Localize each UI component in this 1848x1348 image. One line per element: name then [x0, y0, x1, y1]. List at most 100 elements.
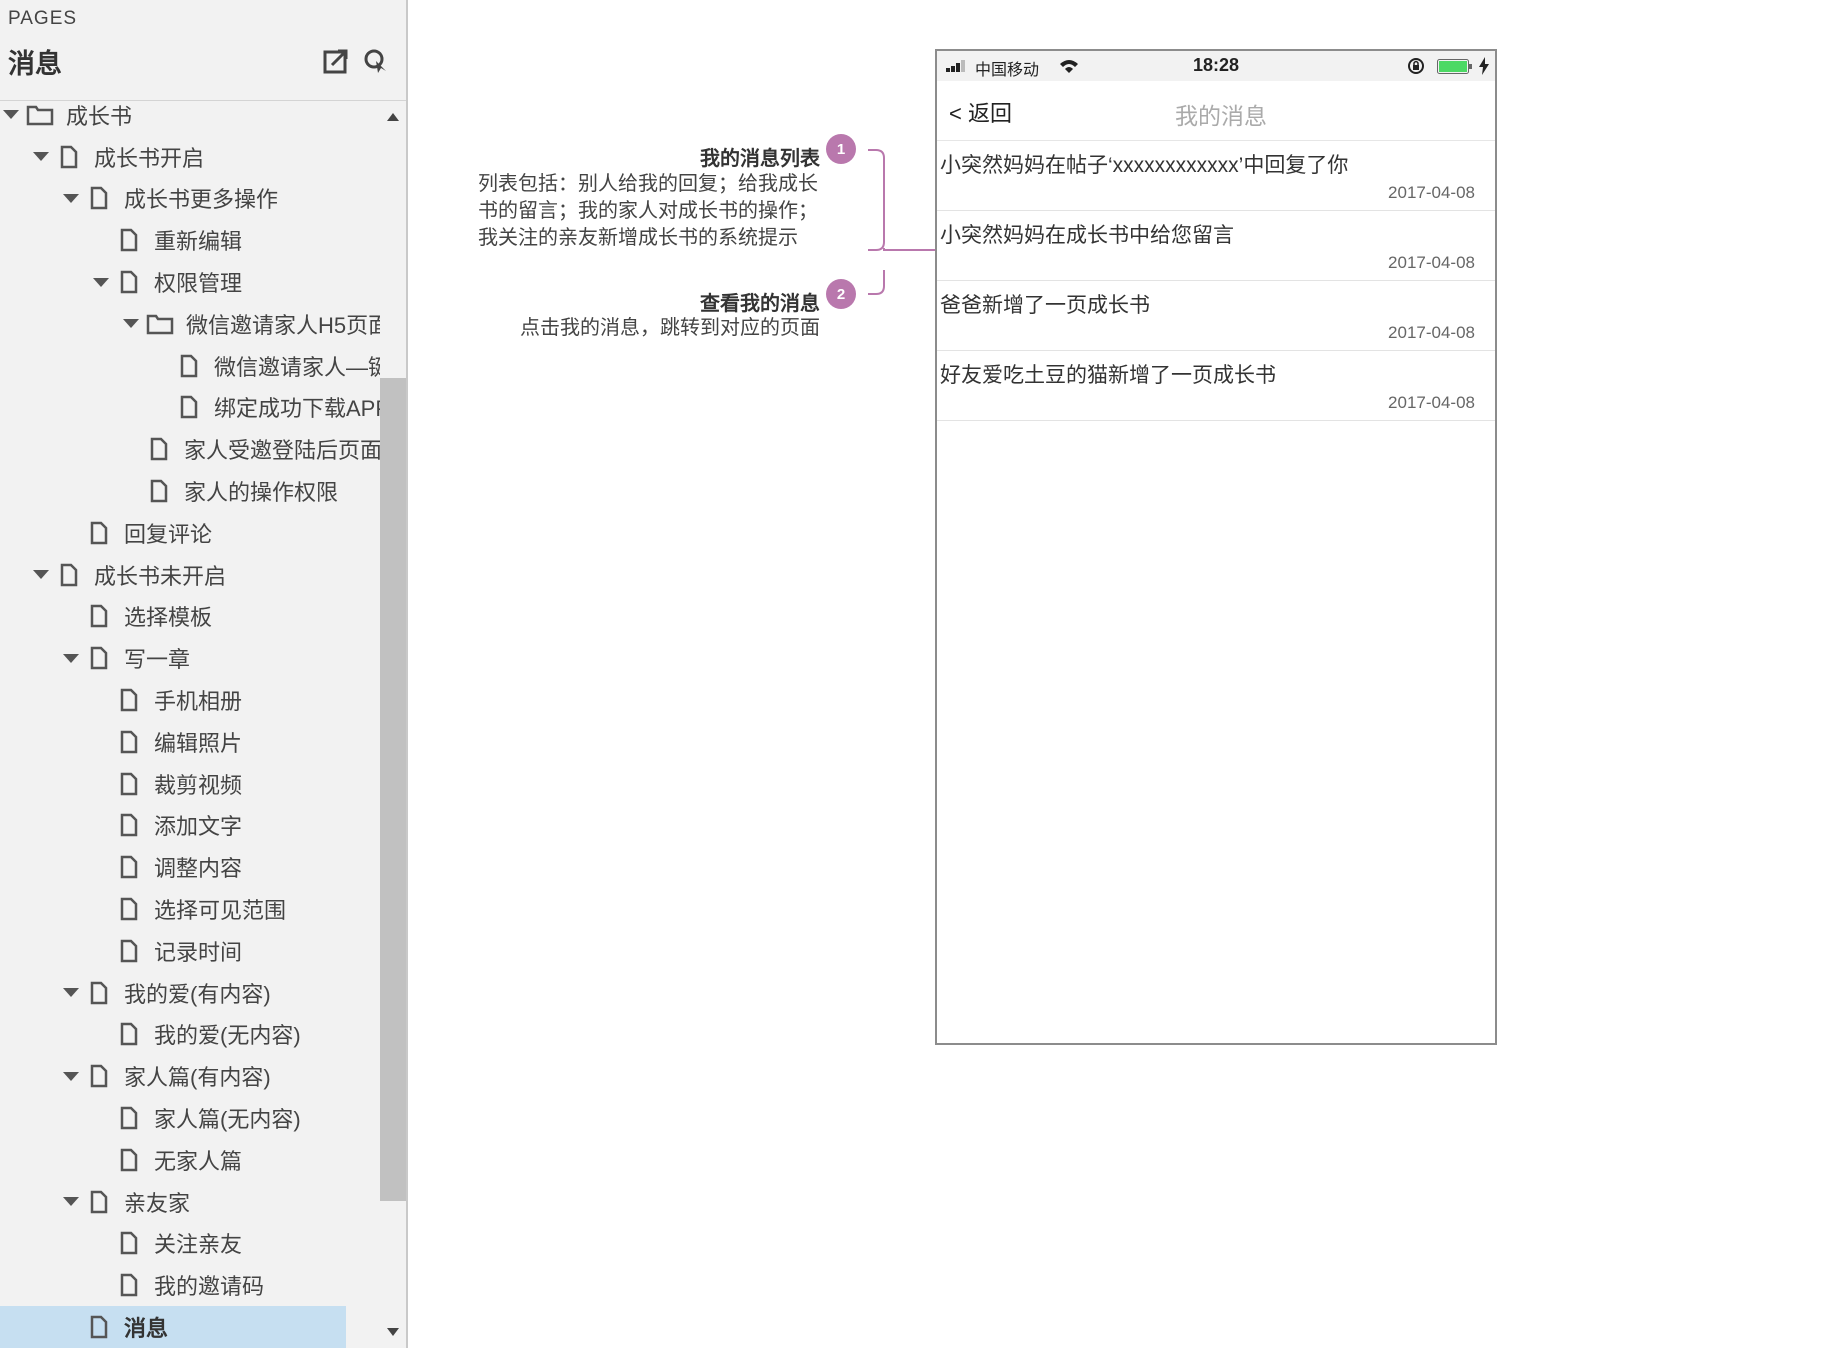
message-date: 2017-04-08	[1388, 323, 1475, 342]
page-icon	[120, 1106, 138, 1130]
annotation-2-badge: 2	[826, 279, 856, 309]
expand-caret-icon[interactable]	[60, 647, 82, 669]
page-icon	[90, 1064, 108, 1088]
tree-item[interactable]: 成长书开启	[0, 136, 380, 178]
tree-item[interactable]: 绑定成功下载APP	[0, 387, 380, 429]
tree-item[interactable]: 权限管理	[0, 261, 380, 303]
page-icon	[120, 1148, 138, 1172]
scroll-down-arrow-icon[interactable]	[387, 1328, 399, 1336]
export-page-icon[interactable]	[322, 47, 350, 75]
tree-item-label: 消息	[124, 1316, 169, 1341]
tree-item-label: 成长书未开启	[94, 563, 227, 589]
page-icon	[90, 187, 108, 210]
tree-item-label: 家人受邀登陆后页面	[184, 438, 380, 464]
search-pages-icon[interactable]	[362, 47, 390, 75]
expand-caret-icon[interactable]	[0, 104, 22, 126]
message-date: 2017-04-08	[1388, 253, 1475, 272]
page-icon	[120, 939, 138, 963]
tree-item[interactable]: 记录时间	[0, 930, 380, 972]
folder-icon	[146, 314, 174, 335]
nav-bar: < 返回 我的消息	[937, 81, 1495, 141]
tree-item-label: 我的爱(无内容)	[154, 1023, 301, 1049]
scroll-thumb[interactable]	[380, 378, 406, 1201]
tree-item[interactable]: 手机相册	[0, 679, 380, 721]
tree-item[interactable]: 成长书未开启	[0, 554, 380, 596]
page-icon	[120, 1273, 138, 1297]
caret-placeholder	[90, 1023, 112, 1045]
page-icon	[120, 688, 138, 712]
message-item[interactable]: 小突然妈妈在帖子‘xxxxxxxxxxxx’中回复了你 2017-04-08	[937, 141, 1495, 211]
page-icon	[90, 605, 108, 628]
tree-item-label: 编辑照片	[154, 730, 243, 756]
tree-item[interactable]: 添加文字	[0, 805, 380, 847]
tree-item[interactable]: 写一章	[0, 637, 380, 679]
tree-item[interactable]: 我的爱(有内容)	[0, 972, 380, 1014]
tree-item[interactable]: 调整内容	[0, 846, 380, 888]
tree-item-label: 我的邀请码	[154, 1274, 265, 1300]
page-icon	[90, 647, 108, 670]
message-date: 2017-04-08	[1388, 393, 1475, 412]
tree-item[interactable]: 家人篇(无内容)	[0, 1097, 380, 1139]
page-icon	[180, 354, 198, 377]
scroll-up-arrow-icon[interactable]	[387, 113, 399, 121]
message-item[interactable]: 小突然妈妈在成长书中给您留言 2017-04-08	[937, 211, 1495, 281]
page-icon	[120, 814, 138, 837]
tree-item[interactable]: 编辑照片	[0, 721, 380, 763]
tree-item-label: 裁剪视频	[154, 772, 243, 798]
tree-item[interactable]: 家人的操作权限	[0, 470, 380, 512]
tree-item[interactable]: 家人受邀登陆后页面	[0, 428, 380, 470]
folder-icon	[26, 105, 54, 126]
tree-item-label: 关注亲友	[154, 1232, 243, 1258]
expand-caret-icon[interactable]	[60, 1065, 82, 1087]
page-icon	[120, 1023, 138, 1046]
tree-item-label: 选择模板	[124, 605, 213, 631]
page-icon	[90, 1190, 108, 1213]
tree-item[interactable]: 回复评论	[0, 512, 380, 554]
status-bar: 中国移动 18:28	[937, 51, 1495, 81]
tree-item[interactable]: 重新编辑	[0, 219, 380, 261]
tree-item-label: 成长书更多操作	[124, 187, 279, 213]
message-text: 好友爱吃土豆的猫新增了一页成长书	[940, 364, 1276, 387]
caret-placeholder	[150, 396, 172, 418]
tree-item[interactable]: 选择模板	[0, 596, 380, 638]
tree-item[interactable]: 微信邀请家人H5页面	[0, 303, 380, 345]
tree-item[interactable]: 我的爱(无内容)	[0, 1014, 380, 1056]
tree-item[interactable]: 关注亲友	[0, 1223, 380, 1265]
annotation-2-description: 点击我的消息，跳转到对应的页面	[520, 317, 820, 339]
caret-placeholder	[90, 1149, 112, 1171]
page-icon	[90, 1315, 108, 1339]
page-tree: 成长书成长书开启成长书更多操作 重新编辑权限管理微信邀请家人H5页面微信邀请家人—…	[0, 94, 380, 1348]
expand-caret-icon[interactable]	[60, 982, 82, 1004]
tree-item[interactable]: 亲友家	[0, 1181, 380, 1223]
expand-caret-icon[interactable]	[30, 564, 52, 586]
tree-item-label: 回复评论	[124, 521, 213, 547]
message-item[interactable]: 爸爸新增了一页成长书 2017-04-08	[937, 281, 1495, 351]
battery-icon	[1437, 59, 1472, 74]
expand-caret-icon[interactable]	[60, 187, 82, 209]
tree-item[interactable]: 微信邀请家人—键	[0, 345, 380, 387]
tree-item-label: 微信邀请家人H5页面	[186, 312, 380, 338]
caret-placeholder	[60, 605, 82, 627]
expand-caret-icon[interactable]	[30, 146, 52, 168]
caret-placeholder	[90, 856, 112, 878]
tree-scrollbar[interactable]	[380, 100, 406, 1348]
rotation-lock-icon	[1408, 58, 1424, 74]
expand-caret-icon[interactable]	[90, 271, 112, 293]
expand-caret-icon[interactable]	[120, 313, 142, 335]
tree-item[interactable]: 成长书	[0, 94, 380, 136]
tree-item[interactable]: 家人篇(有内容)	[0, 1055, 380, 1097]
tree-item-label: 重新编辑	[154, 229, 243, 255]
current-page-title: 消息	[8, 49, 62, 79]
pages-panel-label: PAGES	[8, 8, 78, 29]
tree-item[interactable]: 我的邀请码	[0, 1264, 380, 1306]
tree-item-label: 成长书	[66, 103, 133, 129]
caret-placeholder	[90, 814, 112, 836]
expand-caret-icon[interactable]	[60, 1191, 82, 1213]
message-text: 小突然妈妈在成长书中给您留言	[940, 224, 1234, 247]
tree-item[interactable]: 无家人篇	[0, 1139, 380, 1181]
tree-item[interactable]: 成长书更多操作	[0, 178, 380, 220]
message-item[interactable]: 好友爱吃土豆的猫新增了一页成长书 2017-04-08	[937, 351, 1495, 421]
tree-item[interactable]: 裁剪视频	[0, 763, 380, 805]
tree-item[interactable]: 消息	[0, 1306, 346, 1348]
tree-item[interactable]: 选择可见范围	[0, 888, 380, 930]
